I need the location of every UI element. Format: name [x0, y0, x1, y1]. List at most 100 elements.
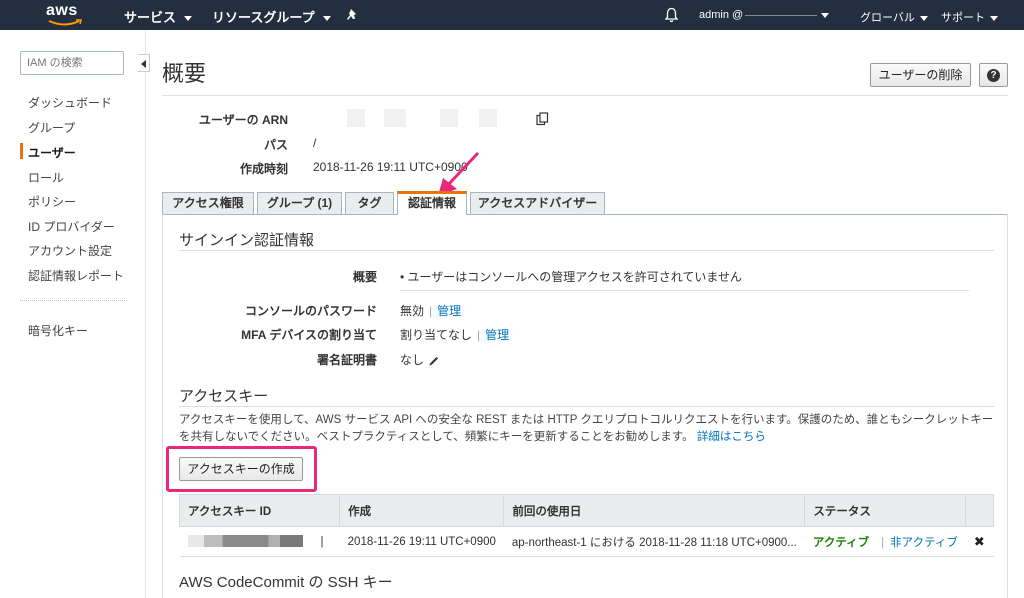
separator: |	[429, 304, 433, 318]
access-keys-heading: アクセスキー	[179, 388, 269, 405]
tab-groups[interactable]: グループ (1)	[257, 192, 342, 215]
column-header-status[interactable]: ステータス	[804, 494, 967, 527]
header-divider	[162, 95, 1008, 96]
path-value: /	[313, 136, 317, 150]
arn-value-redacted	[479, 109, 497, 127]
console-password-status: 無効	[400, 304, 425, 318]
console-password-value: 無効 | 管理	[400, 302, 461, 319]
sidebar-item-users[interactable]: ユーザー	[28, 144, 76, 161]
mfa-manage-link[interactable]: 管理	[485, 328, 509, 342]
path-label: パス	[263, 138, 288, 152]
arn-label: ユーザーの ARN	[198, 113, 288, 127]
codecommit-ssh-heading: AWS CodeCommit の SSH キー	[179, 574, 393, 591]
sidebar-item-roles[interactable]: ロール	[28, 169, 64, 186]
last-used-cell: ap-northeast-1 における 2018-11-28 11:18 UTC…	[503, 526, 805, 557]
resource-groups-label: リソースグループ	[212, 10, 315, 25]
signin-summary-label: 概要	[352, 270, 377, 284]
region-menu[interactable]: グローバル	[860, 9, 928, 25]
sidebar-item-credential-report[interactable]: 認証情報レポート	[28, 267, 124, 284]
chevron-down-icon	[990, 15, 998, 21]
arn-value-redacted	[347, 109, 365, 127]
account-menu[interactable]: admin @	[699, 9, 830, 21]
tab-tags[interactable]: タグ	[345, 192, 394, 215]
column-header-actions	[965, 494, 994, 527]
iam-search-input[interactable]	[20, 51, 124, 75]
tab-permissions[interactable]: アクセス権限	[162, 192, 254, 215]
account-menu-label: admin @	[699, 9, 744, 21]
section-divider	[179, 406, 994, 407]
chevron-down-icon	[322, 16, 331, 22]
sidebar-item-encryption-keys[interactable]: 暗号化キー	[28, 322, 88, 339]
signing-cert-value: なし	[400, 351, 440, 368]
delete-user-button[interactable]: ユーザーの削除	[870, 63, 971, 87]
sidebar-item-dashboard[interactable]: ダッシュボード	[28, 94, 112, 111]
sidebar-item-policies[interactable]: ポリシー	[28, 193, 76, 210]
delete-cell: ✖	[965, 526, 994, 557]
separator: |	[477, 328, 481, 342]
learn-more-link[interactable]: 詳細はこちら	[697, 431, 766, 443]
section-divider	[179, 250, 994, 251]
sidebar: ダッシュボード グループ ユーザー ロール ポリシー ID プロバイダー アカウ…	[0, 30, 150, 598]
make-inactive-link[interactable]: 非アクティブ	[890, 537, 958, 549]
access-key-id-redacted	[187, 535, 303, 548]
page-title: 概要	[162, 61, 207, 86]
access-keys-description: アクセスキーを使用して、AWS サービス API への安全な REST または …	[179, 412, 994, 446]
column-header-last-used[interactable]: 前回の使用日	[503, 494, 806, 527]
separator: |	[320, 535, 324, 548]
services-menu-label: サービス	[124, 10, 177, 25]
mfa-label: MFA デバイスの割り当て	[241, 328, 377, 342]
signin-summary-value: • ユーザーはコンソールへの管理アクセスを許可されていません	[400, 270, 742, 284]
tab-security-credentials[interactable]: 認証情報	[397, 191, 467, 215]
status-cell: アクティブ | 非アクティブ	[804, 526, 966, 557]
sidebar-collapse-button[interactable]	[138, 54, 150, 72]
aws-logo-text: aws	[46, 2, 78, 19]
support-menu[interactable]: サポート	[941, 9, 998, 25]
tab-access-advisor[interactable]: アクセスアドバイザー	[470, 192, 605, 215]
help-icon: ?	[987, 69, 1000, 83]
support-menu-label: サポート	[941, 12, 985, 24]
sidebar-item-identity-providers[interactable]: ID プロバイダー	[28, 218, 115, 235]
services-menu[interactable]: サービス	[124, 7, 193, 26]
copy-icon[interactable]	[536, 112, 549, 126]
access-key-id-cell: |	[179, 526, 340, 557]
created-cell: 2018-11-26 19:11 UTC+0900	[339, 526, 504, 557]
top-navigation-bar: aws サービス リソースグループ admin @ グローバル サポート	[0, 0, 1024, 30]
sidebar-active-indicator	[20, 143, 23, 159]
signing-cert-status: なし	[400, 353, 425, 367]
sidebar-item-account-settings[interactable]: アカウント設定	[28, 242, 112, 259]
resource-groups-menu[interactable]: リソースグループ	[212, 7, 331, 26]
chevron-down-icon	[184, 16, 193, 22]
column-header-access-key-id[interactable]: アクセスキー ID	[178, 494, 341, 527]
mfa-status: 割り当てなし	[400, 328, 473, 342]
signing-cert-label: 署名証明書	[316, 353, 377, 367]
pin-icon[interactable]	[346, 8, 360, 22]
summary-divider	[400, 290, 969, 291]
help-button[interactable]: ?	[979, 63, 1008, 87]
created-label: 作成時刻	[239, 162, 288, 176]
chevron-down-icon	[919, 15, 928, 21]
aws-smile-icon	[48, 19, 83, 26]
arn-value-redacted	[440, 109, 458, 127]
arn-value-redacted	[384, 109, 406, 127]
account-name-redacted	[745, 14, 818, 16]
table-row: | 2018-11-26 19:11 UTC+0900 ap-northeast…	[179, 526, 994, 557]
chevron-down-icon	[821, 12, 830, 18]
access-keys-table: アクセスキー ID 作成 前回の使用日 ステータス | 2018-11-26 1…	[178, 494, 994, 557]
status-badge: アクティブ	[812, 536, 870, 549]
create-access-key-button[interactable]: アクセスキーの作成	[179, 457, 303, 481]
sidebar-divider	[20, 300, 127, 301]
bell-icon[interactable]	[664, 7, 679, 23]
separator: |	[881, 536, 885, 549]
console-password-manage-link[interactable]: 管理	[437, 304, 461, 318]
column-header-created[interactable]: 作成	[339, 494, 505, 527]
aws-logo[interactable]: aws	[46, 2, 86, 28]
console-password-label: コンソールのパスワード	[244, 304, 377, 318]
signin-credentials-heading: サインイン認証情報	[179, 232, 315, 249]
region-menu-label: グローバル	[860, 12, 915, 24]
pencil-icon[interactable]	[428, 355, 440, 367]
table-header-row: アクセスキー ID 作成 前回の使用日 ステータス	[178, 494, 994, 527]
access-keys-description-text: アクセスキーを使用して、AWS サービス API への安全な REST または …	[179, 414, 994, 443]
sidebar-item-groups[interactable]: グループ	[28, 119, 75, 136]
mfa-value: 割り当てなし | 管理	[400, 326, 509, 343]
close-icon[interactable]: ✖	[974, 534, 985, 549]
